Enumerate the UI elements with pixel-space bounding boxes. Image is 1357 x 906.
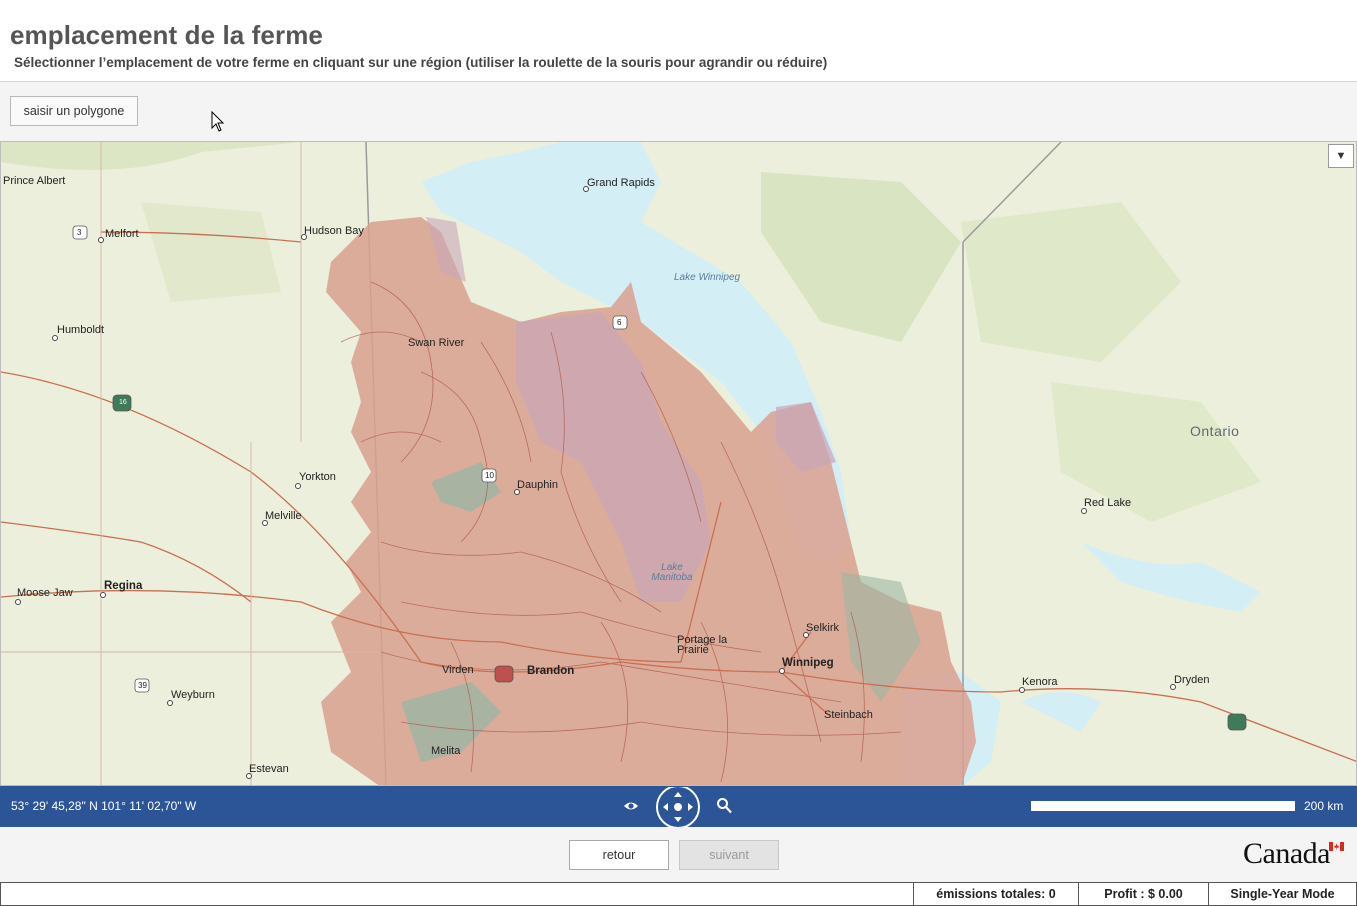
scale-bar (1031, 801, 1295, 811)
place-label: Swan River (408, 337, 465, 349)
page-instructions: Sélectionner l’emplacement de votre ferm… (14, 55, 828, 70)
highway-shield: 10 (485, 471, 494, 480)
place-label: Brandon (527, 665, 575, 677)
place-label: Grand Rapids (587, 177, 655, 189)
back-button[interactable]: retour (569, 840, 669, 870)
place-label: Portage la Prairie (677, 634, 728, 656)
place-label: Estevan (249, 763, 289, 775)
enter-polygon-button[interactable]: saisir un polygone (10, 96, 138, 126)
wizard-navigation: retour suivant Canada (0, 827, 1357, 882)
place-label: Melita (431, 745, 461, 757)
highway-shield: 16 (119, 399, 127, 406)
highway-shield: 3 (77, 228, 82, 237)
place-label: Dauphin (517, 479, 558, 491)
place-label: Melville (265, 510, 302, 522)
place-label: Dryden (1174, 674, 1210, 686)
map-toolbar: saisir un polygone (0, 82, 1357, 141)
canada-flag-icon (1329, 842, 1344, 851)
mouse-cursor-icon (211, 111, 225, 132)
lake-label: Lake Manitoba (651, 562, 693, 583)
eye-icon[interactable] (623, 798, 639, 814)
page-title: emplacement de la ferme (10, 20, 323, 50)
province-label: Ontario (1190, 423, 1240, 439)
farm-location-page: emplacement de la ferme Sélectionner l’e… (0, 0, 1357, 906)
place-label: Kenora (1022, 676, 1058, 688)
next-button[interactable]: suivant (679, 840, 779, 870)
highway-shield: 39 (138, 681, 147, 690)
scale-label: 200 km (1304, 799, 1344, 813)
place-label: Winnipeg (782, 657, 834, 669)
place-label: Yorkton (299, 471, 336, 483)
place-label: Regina (104, 580, 143, 592)
canada-wordmark: Canada (1243, 837, 1330, 870)
highway-shield: 6 (617, 318, 622, 327)
place-label: Prince Albert (3, 175, 66, 187)
map-status-bar: 53° 29' 45,28" N 101° 11' 02,70" W 200 k… (0, 786, 1357, 827)
pan-control-icon[interactable] (655, 787, 701, 827)
search-icon[interactable] (716, 797, 732, 814)
status-footer: émissions totales: 0 Profit : $ 0.00 Sin… (0, 882, 1357, 906)
place-label: Hudson Bay (304, 225, 364, 237)
place-label: Weyburn (171, 689, 215, 701)
place-label: Steinbach (824, 709, 873, 721)
soil-map[interactable]: Prince Albert Melfort Hudson Bay Grand R… (0, 141, 1357, 786)
mode-indicator: Single-Year Mode (1208, 883, 1356, 905)
place-label: Moose Jaw (17, 587, 73, 599)
place-label: Humboldt (57, 324, 105, 336)
place-label: Red Lake (1084, 497, 1132, 509)
place-label: Virden (442, 664, 474, 676)
profit-value: Profit : $ 0.00 (1078, 883, 1208, 905)
place-label: Selkirk (806, 622, 840, 634)
city-marker (100, 592, 106, 598)
page-header: emplacement de la ferme Sélectionner l’e… (0, 0, 1357, 82)
total-emissions: émissions totales: 0 (913, 883, 1078, 905)
city-marker (295, 483, 301, 489)
city-marker (98, 237, 104, 243)
place-label: Melfort (105, 228, 139, 240)
map-options-dropdown[interactable]: ▼ (1328, 144, 1354, 168)
city-marker (15, 599, 21, 605)
cursor-coordinates: 53° 29' 45,28" N 101° 11' 02,70" W (11, 799, 197, 813)
lake-label: Lake Winnipeg (674, 272, 741, 283)
